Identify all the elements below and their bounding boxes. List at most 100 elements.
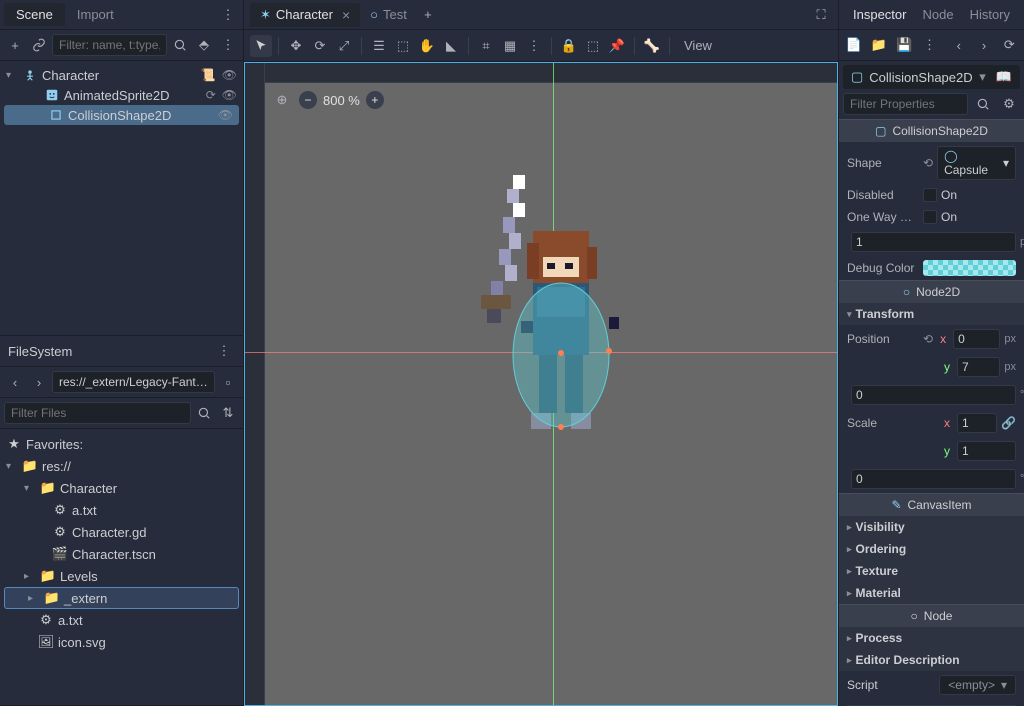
script-dropdown[interactable]: <empty> ▾ bbox=[939, 675, 1016, 695]
position-y-input[interactable] bbox=[957, 357, 1000, 377]
grid-button[interactable]: ▦ bbox=[499, 35, 521, 57]
visibility-icon[interactable]: 👁 bbox=[222, 88, 237, 102]
scene-filter-input[interactable] bbox=[52, 34, 167, 56]
chevron-down-icon[interactable]: ▾ bbox=[979, 69, 986, 85]
section-process[interactable]: ▸Process bbox=[839, 627, 1024, 649]
link-icon[interactable]: 🔗 bbox=[1001, 416, 1016, 430]
chevron-right-icon[interactable]: ▸ bbox=[24, 571, 36, 582]
settings-icon[interactable]: ⚙ bbox=[998, 93, 1020, 115]
scene-tool-icon[interactable]: ⬘ bbox=[193, 34, 215, 56]
zoom-value[interactable]: 800 % bbox=[323, 93, 360, 108]
nav-forward-button[interactable]: › bbox=[28, 371, 50, 393]
fs-folder-res[interactable]: ▾ 📁 res:// bbox=[0, 455, 243, 477]
disabled-checkbox[interactable] bbox=[923, 188, 937, 202]
visibility-icon[interactable]: 👁 bbox=[218, 108, 233, 122]
reset-icon[interactable]: ⟲ bbox=[923, 156, 933, 170]
fs-file[interactable]: ⚙ a.txt bbox=[0, 499, 243, 521]
save-resource-button[interactable]: 💾 bbox=[894, 34, 915, 56]
dock-menu-icon[interactable]: ⋮ bbox=[213, 340, 235, 362]
pin-button[interactable]: 📌 bbox=[606, 35, 628, 57]
tab-inspector[interactable]: Inspector bbox=[845, 3, 914, 26]
select-tool-button[interactable] bbox=[250, 35, 272, 57]
chevron-right-icon[interactable]: ▸ bbox=[28, 593, 40, 604]
signal-icon[interactable]: ⟳ bbox=[206, 88, 216, 102]
nav-back-button[interactable]: ‹ bbox=[4, 371, 26, 393]
section-ordering[interactable]: ▸Ordering bbox=[839, 538, 1024, 560]
zoom-in-button[interactable]: + bbox=[366, 91, 384, 109]
tree-node-animated-sprite[interactable]: AnimatedSprite2D ⟳ 👁 bbox=[0, 85, 243, 105]
oneway-checkbox[interactable] bbox=[923, 210, 937, 224]
close-icon[interactable]: × bbox=[342, 7, 350, 23]
zoom-reset-button[interactable]: ⊕ bbox=[271, 89, 293, 111]
rotate-tool-button[interactable]: ⟳ bbox=[309, 35, 331, 57]
bones-button[interactable]: 🦴 bbox=[641, 35, 663, 57]
scene-tab-character[interactable]: ✶ Character × bbox=[250, 3, 360, 27]
tree-node-character[interactable]: ▾ Character 📜 👁 bbox=[0, 65, 243, 85]
scale-x-input[interactable] bbox=[957, 413, 997, 433]
section-editor-desc[interactable]: ▸Editor Description bbox=[839, 649, 1024, 671]
section-transform[interactable]: ▾ Transform bbox=[839, 303, 1024, 325]
new-resource-button[interactable]: 📄 bbox=[843, 34, 864, 56]
visibility-icon[interactable]: 👁 bbox=[222, 68, 237, 82]
snap-menu-button[interactable]: ⋮ bbox=[523, 35, 545, 57]
oneway-margin-input[interactable] bbox=[851, 232, 1016, 252]
scale-tool-button[interactable]: ⤢ bbox=[333, 35, 355, 57]
chevron-down-icon[interactable]: ▾ bbox=[6, 70, 18, 81]
chevron-down-icon[interactable]: ▾ bbox=[6, 461, 18, 472]
filesystem-filter-input[interactable] bbox=[4, 402, 191, 424]
group-lock-button[interactable]: ⬚ bbox=[582, 35, 604, 57]
tab-node[interactable]: Node bbox=[914, 3, 961, 26]
pan-tool-button[interactable]: ✋ bbox=[416, 35, 438, 57]
search-icon[interactable] bbox=[193, 402, 215, 424]
dock-menu-icon[interactable]: ⋮ bbox=[217, 4, 239, 26]
fs-file[interactable]: ⚙ Character.gd bbox=[0, 521, 243, 543]
move-tool-button[interactable]: ✥ bbox=[285, 35, 307, 57]
chevron-down-icon[interactable]: ▾ bbox=[24, 483, 36, 494]
expand-icon[interactable]: ⛶ bbox=[810, 4, 832, 26]
debug-color-swatch[interactable] bbox=[923, 260, 1016, 276]
character-sprite[interactable] bbox=[451, 175, 631, 465]
fs-folder-character[interactable]: ▾ 📁 Character bbox=[0, 477, 243, 499]
viewport-canvas[interactable]: ⊕ − 800 % + bbox=[244, 62, 838, 706]
fs-file[interactable]: 🖼 icon.svg bbox=[0, 631, 243, 653]
position-x-input[interactable] bbox=[953, 329, 1000, 349]
snap-button[interactable]: ⌗ bbox=[475, 35, 497, 57]
fs-folder-extern[interactable]: ▸ 📁 _extern bbox=[4, 587, 239, 609]
inspector-object-name[interactable]: ▢ CollisionShape2D ▾ 📖 bbox=[843, 65, 1020, 89]
doc-icon[interactable]: 📖 bbox=[996, 69, 1012, 85]
section-material[interactable]: ▸Material bbox=[839, 582, 1024, 604]
history-icon[interactable]: ⟳ bbox=[999, 34, 1020, 56]
load-resource-button[interactable]: 📁 bbox=[868, 34, 889, 56]
section-visibility[interactable]: ▸Visibility bbox=[839, 516, 1024, 538]
ruler-tool-button[interactable]: ◣ bbox=[440, 35, 462, 57]
search-icon[interactable] bbox=[972, 93, 994, 115]
scene-tab-test[interactable]: ○ Test bbox=[360, 3, 417, 26]
more-icon[interactable]: ⋮ bbox=[919, 34, 940, 56]
skew-input[interactable] bbox=[851, 469, 1016, 489]
path-chip-icon[interactable]: ▫ bbox=[217, 371, 239, 393]
scale-y-input[interactable] bbox=[957, 441, 1016, 461]
rotation-input[interactable] bbox=[851, 385, 1016, 405]
fs-folder-levels[interactable]: ▸ 📁 Levels bbox=[0, 565, 243, 587]
history-forward-button[interactable]: › bbox=[973, 34, 994, 56]
zoom-out-button[interactable]: − bbox=[299, 91, 317, 109]
shape-dropdown[interactable]: ◯ Capsule ▾ bbox=[937, 146, 1016, 180]
fs-file[interactable]: ⚙ a.txt bbox=[0, 609, 243, 631]
properties-filter-input[interactable] bbox=[843, 93, 968, 115]
search-icon[interactable] bbox=[169, 34, 191, 56]
link-icon[interactable] bbox=[28, 34, 50, 56]
scene-more-icon[interactable]: ⋮ bbox=[217, 34, 239, 56]
tree-node-collision-shape[interactable]: CollisionShape2D 👁 bbox=[4, 105, 239, 125]
tab-history[interactable]: History bbox=[962, 3, 1018, 26]
sort-icon[interactable]: ⇅ bbox=[217, 402, 239, 424]
list-tool-button[interactable]: ☰ bbox=[368, 35, 390, 57]
lock-button[interactable]: 🔒 bbox=[558, 35, 580, 57]
view-menu-button[interactable]: View bbox=[676, 38, 720, 53]
tab-import[interactable]: Import bbox=[65, 3, 126, 26]
script-icon[interactable]: 📜 bbox=[201, 68, 216, 82]
add-node-button[interactable]: + bbox=[4, 34, 26, 56]
path-display[interactable]: res://_extern/Legacy-Fantasy - H bbox=[52, 371, 215, 393]
reset-icon[interactable]: ⟲ bbox=[923, 332, 933, 346]
group-tool-button[interactable]: ⬚ bbox=[392, 35, 414, 57]
section-texture[interactable]: ▸Texture bbox=[839, 560, 1024, 582]
